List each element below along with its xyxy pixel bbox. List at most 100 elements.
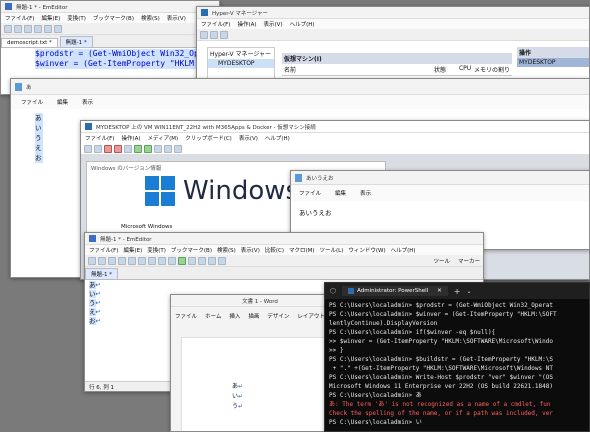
enhanced-session-icon[interactable] (174, 144, 182, 153)
shutdown-icon[interactable] (114, 144, 122, 153)
menu-help[interactable]: ヘルプ(H) (265, 134, 290, 142)
redo-icon[interactable] (168, 256, 176, 265)
menu-file[interactable]: ファイル(F) (89, 246, 118, 254)
col-memory[interactable]: メモリの割り (474, 65, 510, 74)
pause-icon[interactable] (134, 144, 142, 153)
save-icon[interactable] (108, 256, 116, 265)
replace-icon[interactable] (188, 256, 196, 265)
save-icon[interactable] (24, 24, 32, 33)
print-icon[interactable] (118, 256, 126, 265)
powershell-tab[interactable]: Administrator: PowerShell ✕ (342, 286, 448, 296)
menu-file[interactable]: ファイル(F) (5, 14, 34, 22)
menu-clipboard[interactable]: クリップボード(C) (185, 134, 232, 142)
hyperv-titlebar[interactable]: Hyper-V マネージャー (197, 7, 589, 19)
col-state[interactable]: 状態 (434, 65, 459, 74)
word-titlebar[interactable]: 文書 1 - Word (171, 295, 349, 307)
dropdown-icon[interactable]: ⌄ (466, 288, 471, 295)
ribbon-tab-design[interactable]: デザイン (267, 312, 289, 320)
tools-toolbar-label[interactable]: ツール (433, 257, 450, 265)
tree-root[interactable]: Hyper-V マネージャー (208, 48, 274, 59)
new-file-icon[interactable] (88, 256, 96, 265)
menu-file[interactable]: ファイル (299, 189, 321, 197)
new-file-icon[interactable] (4, 24, 12, 33)
paste-icon[interactable] (148, 256, 156, 265)
ctrl-alt-del-icon[interactable] (84, 144, 92, 153)
menu-media[interactable]: メディア(M) (148, 134, 179, 142)
menu-file[interactable]: ファイル(F) (85, 134, 114, 142)
print-icon[interactable] (34, 24, 42, 33)
ribbon-tab-home[interactable]: ホーム (205, 312, 221, 320)
menu-edit[interactable]: 編集 (335, 189, 346, 197)
menu-search[interactable]: 検索(S) (217, 246, 236, 254)
menu-help[interactable]: ヘルプ(H) (290, 20, 315, 28)
notepad-front-titlebar[interactable]: あいうえお (291, 171, 589, 185)
menu-bookmark[interactable]: ブックマーク(B) (171, 246, 212, 254)
copy-icon[interactable] (138, 256, 146, 265)
menu-file[interactable]: ファイル (21, 98, 43, 106)
new-tab-icon[interactable]: + (454, 287, 461, 296)
menu-convert[interactable]: 変換(T) (147, 246, 166, 254)
compare-icon[interactable] (208, 256, 216, 265)
menu-file[interactable]: ファイル(F) (201, 20, 230, 28)
ribbon-tab-file[interactable]: ファイル (175, 312, 197, 320)
properties-icon[interactable] (220, 30, 228, 39)
cut-icon[interactable] (128, 256, 136, 265)
menu-macro[interactable]: マクロ(M) (289, 246, 315, 254)
col-cpu[interactable]: CPU (459, 65, 474, 74)
menu-compare[interactable]: 比較(C) (265, 246, 284, 254)
menu-view[interactable]: 表示(V) (241, 246, 260, 254)
menu-convert[interactable]: 変換(T) (67, 14, 86, 22)
ribbon-tab-insert[interactable]: 挿入 (229, 312, 240, 320)
emeditor-front-titlebar[interactable]: 無題-1 * - EmEditor (85, 233, 483, 245)
menu-tools[interactable]: ツール(L) (320, 246, 344, 254)
menu-view[interactable]: 表示(V) (239, 134, 258, 142)
emeditor-back-titlebar[interactable]: 無題-1 * - EmEditor (1, 1, 219, 13)
revert-icon[interactable] (164, 144, 172, 153)
menu-view[interactable]: 表示(V) (264, 20, 283, 28)
tab-untitled[interactable]: 無題-1 * (59, 36, 93, 47)
checkpoint-icon[interactable] (154, 144, 162, 153)
menu-help[interactable]: ヘルプ(H) (391, 246, 416, 254)
turn-off-icon[interactable] (104, 144, 112, 153)
start-icon[interactable] (94, 144, 102, 153)
menu-search[interactable]: 検索(S) (141, 14, 160, 22)
emeditor-front-editor[interactable]: あ↵ い↵ う↵ え↵ お↵ (85, 280, 105, 380)
col-name[interactable]: 名前 (284, 65, 434, 74)
copy-icon[interactable] (54, 24, 62, 33)
emeditor-back-editor[interactable]: $prodstr = (Get-WmiObject Win32_Oper $wi… (1, 48, 219, 69)
reset-icon[interactable] (144, 144, 152, 153)
back-icon[interactable] (200, 30, 208, 39)
word-page[interactable]: あ↵ い↵ う↵ (181, 337, 341, 431)
powershell-console[interactable]: PS C:\Users\localadmin> $prodstr = (Get-… (325, 299, 589, 429)
menu-edit[interactable]: 編集 (57, 98, 68, 106)
open-file-icon[interactable] (14, 24, 22, 33)
menu-action[interactable]: 操作(A) (121, 134, 140, 142)
menu-view[interactable]: 表示(V) (167, 14, 186, 22)
menu-bookmark[interactable]: ブックマーク(B) (93, 14, 134, 22)
marker-toolbar-label[interactable]: マーカー (458, 257, 480, 265)
search-icon[interactable] (178, 256, 186, 265)
actions-item[interactable]: MYDESKTOP (517, 58, 589, 67)
open-file-icon[interactable] (98, 256, 106, 265)
tree-item-mydesktop[interactable]: MYDESKTOP (208, 59, 274, 68)
macro-icon[interactable] (218, 256, 226, 265)
bookmark-icon[interactable] (198, 256, 206, 265)
tab-demoscript[interactable]: demoscript.txt * (1, 38, 58, 47)
notepad-front-text[interactable]: あいうえお (291, 201, 589, 223)
forward-icon[interactable] (210, 30, 218, 39)
undo-icon[interactable] (158, 256, 166, 265)
menu-window[interactable]: ウィンドウ(W) (348, 246, 385, 254)
notepad-back-titlebar[interactable]: あ (11, 79, 589, 95)
menu-view[interactable]: 表示 (360, 189, 371, 197)
tab-untitled[interactable]: 無題-1 * (85, 268, 118, 279)
menu-view[interactable]: 表示 (82, 98, 93, 106)
powershell-window[interactable]: ⬡ Administrator: PowerShell ✕ + ⌄ PS C:\… (324, 282, 590, 432)
menu-edit[interactable]: 編集(E) (41, 14, 60, 22)
ribbon-tab-layout[interactable]: レイアウト (297, 312, 325, 320)
cut-icon[interactable] (44, 24, 52, 33)
vm-titlebar[interactable]: MYDESKTOP 上の VM WIN11ENT_22H2 with M365A… (81, 121, 589, 133)
menu-action[interactable]: 操作(A) (237, 20, 256, 28)
word-window[interactable]: 文書 1 - Word ファイル ホーム 挿入 描画 デザイン レイアウト あ↵… (170, 294, 350, 432)
close-tab-icon[interactable]: ✕ (437, 288, 442, 294)
ribbon-tab-draw[interactable]: 描画 (248, 312, 259, 320)
